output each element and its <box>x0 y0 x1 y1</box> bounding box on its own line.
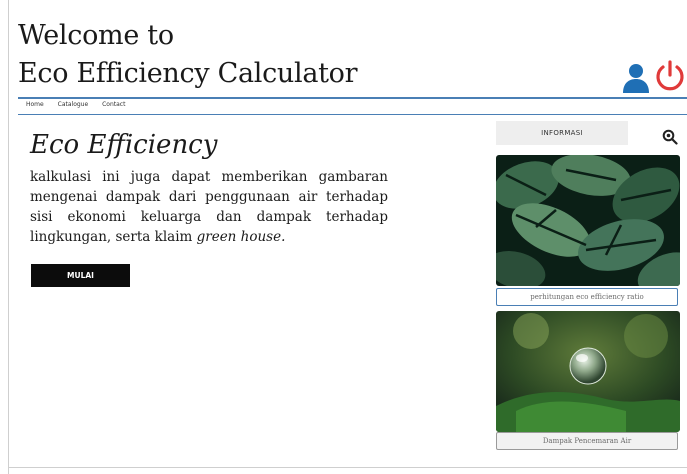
nav-item-home[interactable]: Home <box>26 101 44 108</box>
info-button[interactable]: INFORMASI <box>496 121 628 145</box>
card-label-water-pollution[interactable]: Dampak Pencemaran Air <box>496 432 678 450</box>
user-icon[interactable] <box>622 63 650 93</box>
page-title-line-1: Welcome to <box>18 20 174 51</box>
frame-border-left <box>8 0 9 474</box>
frame-border-bottom <box>8 467 687 468</box>
start-button[interactable]: MULAI <box>31 264 130 287</box>
card-label-eco-ratio[interactable]: perhitungan eco efficiency ratio <box>496 288 678 306</box>
page-title-line-2: Eco Efficiency Calculator <box>18 58 358 89</box>
header-divider-bottom <box>18 114 687 115</box>
glass-globe-forest-image[interactable] <box>496 311 680 432</box>
top-nav: Home Catalogue Contact <box>26 101 137 108</box>
hero-title: Eco Efficiency <box>30 130 218 160</box>
monstera-leaves-image[interactable] <box>496 155 680 286</box>
nav-item-contact[interactable]: Contact <box>102 101 125 108</box>
search-icon[interactable] <box>662 129 678 145</box>
hero-description: kalkulasi ini juga dapat memberikan gamb… <box>30 167 388 247</box>
hero-description-emphasis: green house. <box>196 229 286 245</box>
power-icon[interactable] <box>654 60 686 92</box>
nav-item-catalogue[interactable]: Catalogue <box>58 101 89 108</box>
header-divider-top <box>18 97 687 99</box>
